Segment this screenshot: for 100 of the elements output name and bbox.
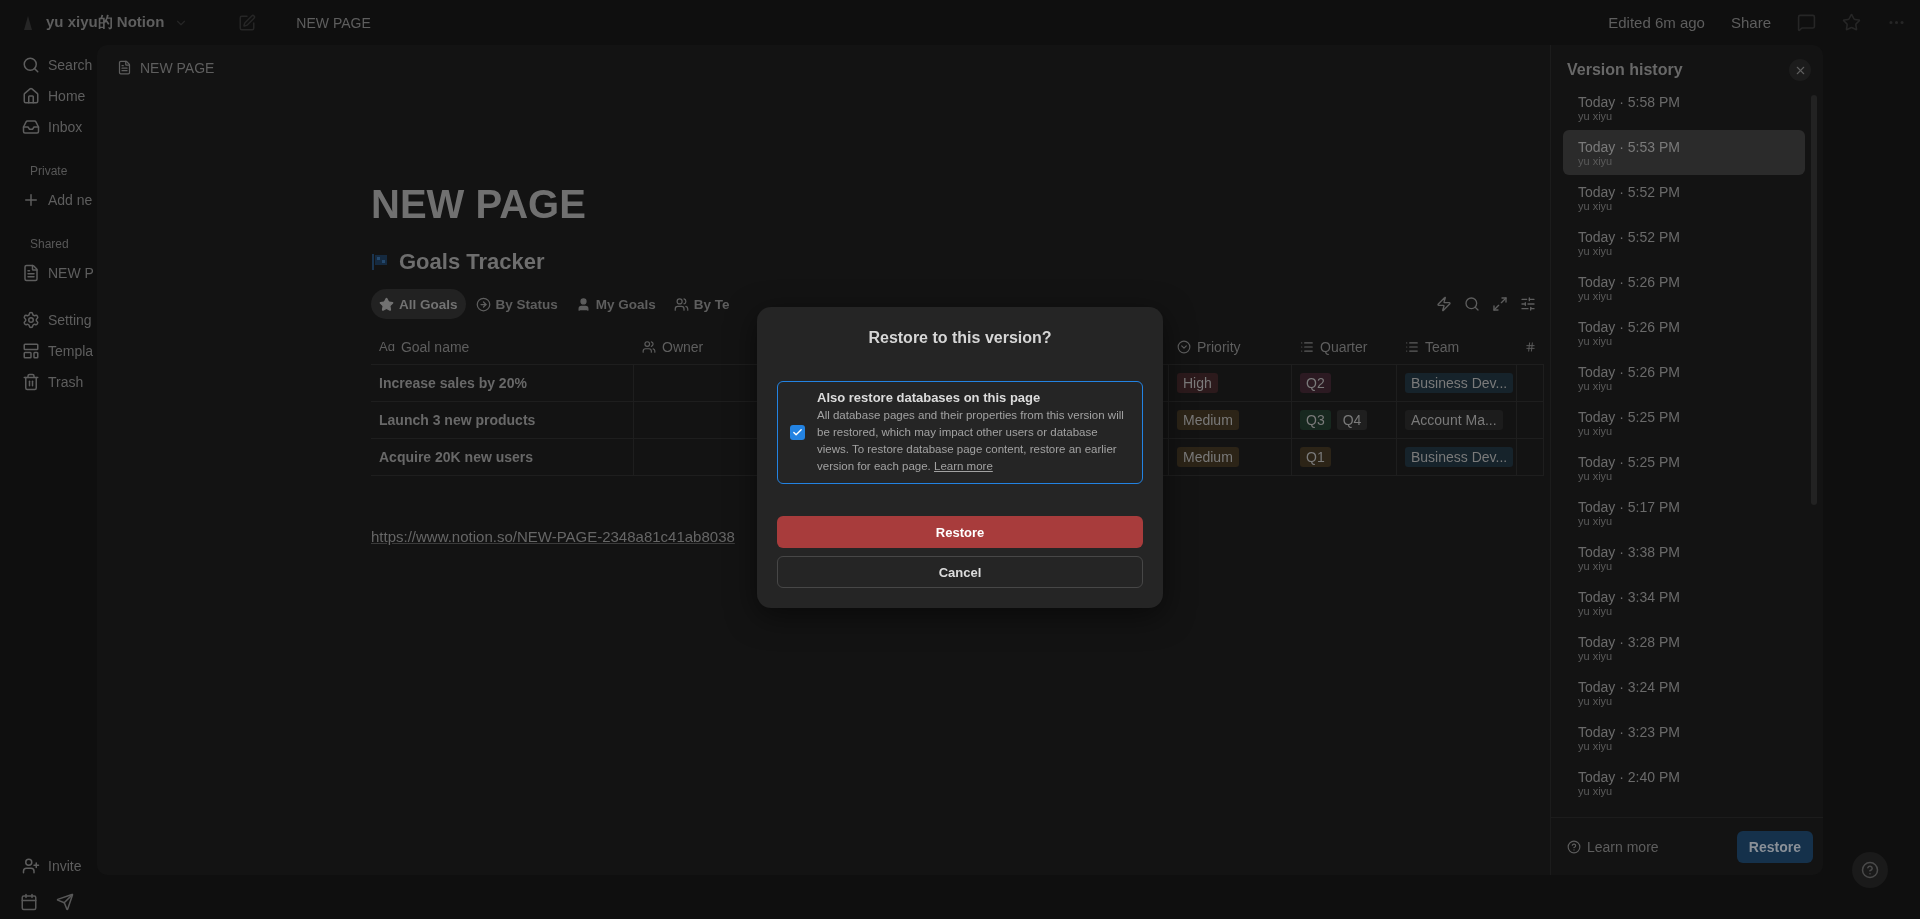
view-tab[interactable]: By Status [467,289,566,319]
version-time: Today · 5:52 PM [1578,228,1681,245]
sidebar-item[interactable]: Add ne [20,184,97,215]
version-item[interactable]: Today · 5:52 PM yu xiyu [1563,175,1805,220]
checkbox[interactable] [790,425,805,440]
sidebar-item[interactable]: Setting [20,304,97,335]
version-author: yu xiyu [1578,604,1613,617]
version-author: yu xiyu [1578,289,1613,302]
sliders-icon[interactable] [1520,296,1536,312]
people-icon [642,339,656,354]
list-icon [1300,339,1314,354]
sidebar-heading: Private [29,163,69,180]
version-time: Today · 5:53 PM [1578,138,1681,155]
version-time: Today · 5:17 PM [1578,498,1681,515]
learn-more-link[interactable]: Learn more [934,460,993,472]
version-author: yu xiyu [1578,469,1613,482]
sidebar-item[interactable]: Trash [20,366,97,397]
peek-header-title: NEW PAGE [140,59,215,76]
version-item[interactable]: Today · 5:25 PM yu xiyu [1563,445,1805,490]
version-time: Today · 5:26 PM [1578,318,1681,335]
confirm-restore-button[interactable]: Restore [777,516,1143,548]
cancel-button[interactable]: Cancel [777,556,1143,588]
version-item[interactable]: Today · 5:26 PM yu xiyu [1563,355,1805,400]
inbox-icon [22,117,40,136]
sidebar-item[interactable]: Inbox [20,111,97,142]
quarter-tag: Q4 [1336,410,1368,430]
calendar-icon[interactable] [20,893,38,911]
workspace-name[interactable]: yu xiyu的 Notion [46,13,165,32]
breadcrumb[interactable]: NEW PAGE [296,14,371,31]
page-icon [22,263,40,282]
sidebar-label: NEW P [48,264,94,281]
priority-tag: High [1177,373,1218,393]
help-icon [1861,861,1879,879]
text-type-icon: Aɑ [379,339,395,354]
version-item[interactable]: Today · 2:40 PM yu xiyu [1563,760,1805,805]
flag-icon [371,253,389,271]
share-button[interactable]: Share [1730,14,1771,31]
version-item[interactable]: Today · 5:17 PM yu xiyu [1563,490,1805,535]
sidebar-label: Add ne [48,191,93,208]
option-card[interactable] [777,381,1143,484]
view-tab[interactable]: By Te [665,289,738,319]
restore-button[interactable]: Restore [1736,830,1813,863]
star-icon[interactable] [1842,13,1861,32]
goal-name: Launch 3 new products [379,412,536,428]
check-icon [792,427,803,438]
people-icon [673,296,689,312]
version-time: Today · 3:38 PM [1578,543,1681,560]
star-icon [379,296,394,312]
sidebar-item[interactable]: Search [20,49,97,80]
invite-item[interactable]: Invite [20,850,97,881]
page-link[interactable]: https://www.notion.so/NEW-PAGE-2348a81c41ab8038 [371,528,735,545]
version-item[interactable]: Today · 5:26 PM yu xiyu [1563,310,1805,355]
person-icon [575,296,591,312]
sidebar-label: Setting [48,311,92,328]
template-icon [22,341,40,360]
version-item[interactable]: Today · 3:34 PM yu xiyu [1563,580,1805,625]
column-header[interactable]: Aɑ Goal name [371,329,634,365]
priority-tag: Medium [1177,447,1239,467]
version-item[interactable]: Today · 5:25 PM yu xiyu [1563,400,1805,445]
expand-icon[interactable] [1492,296,1508,312]
goal-name: Acquire 20K new users [379,449,534,465]
lightning-icon[interactable] [1436,296,1452,312]
list-icon [1405,339,1419,354]
learn-more-link[interactable]: Learn more [1567,838,1659,855]
version-author: yu xiyu [1578,379,1613,392]
column-header[interactable]: Team [1397,329,1517,365]
invite-label: Invite [48,857,82,874]
version-item[interactable]: Today · 5:58 PM yu xiyu [1563,85,1805,130]
sidebar-heading: Shared [29,236,70,253]
database-title: Goals Tracker [399,249,545,275]
edited-time: Edited 6m ago [1608,14,1705,31]
column-header[interactable]: Priority [1169,329,1292,365]
close-button[interactable] [1789,59,1811,81]
send-icon[interactable] [56,893,74,911]
sidebar-item[interactable]: NEW P [20,257,97,288]
version-item[interactable]: Today · 3:24 PM yu xiyu [1563,670,1805,715]
status-icon [1177,339,1191,354]
version-author: yu xiyu [1578,334,1613,347]
help-button[interactable] [1852,852,1888,888]
version-item[interactable]: Today · 5:52 PM yu xiyu [1563,220,1805,265]
sidebar-item[interactable]: Templa [20,335,97,366]
version-item[interactable]: Today · 3:38 PM yu xiyu [1563,535,1805,580]
page-title: NEW PAGE [371,182,587,227]
version-item[interactable]: Today · 3:28 PM yu xiyu [1563,625,1805,670]
version-item[interactable]: Today · 5:26 PM yu xiyu [1563,265,1805,310]
version-author: yu xiyu [1578,244,1613,257]
search-icon [22,55,40,74]
version-author: yu xiyu [1578,424,1613,437]
version-item[interactable]: Today · 3:23 PM yu xiyu [1563,715,1805,760]
sidebar-item[interactable]: Home [20,80,97,111]
version-author: yu xiyu [1578,514,1613,527]
priority-tag: Medium [1177,410,1239,430]
version-time: Today · 3:28 PM [1578,633,1681,650]
search-icon[interactable] [1464,296,1480,312]
view-tab[interactable]: My Goals [567,289,664,319]
team-tag: Business Dev... [1405,373,1514,393]
column-header[interactable]: Quarter [1292,329,1397,365]
version-time: Today · 5:58 PM [1578,93,1681,110]
view-tab[interactable]: All Goals [371,289,466,319]
team-tag: Account Ma... [1405,410,1503,430]
